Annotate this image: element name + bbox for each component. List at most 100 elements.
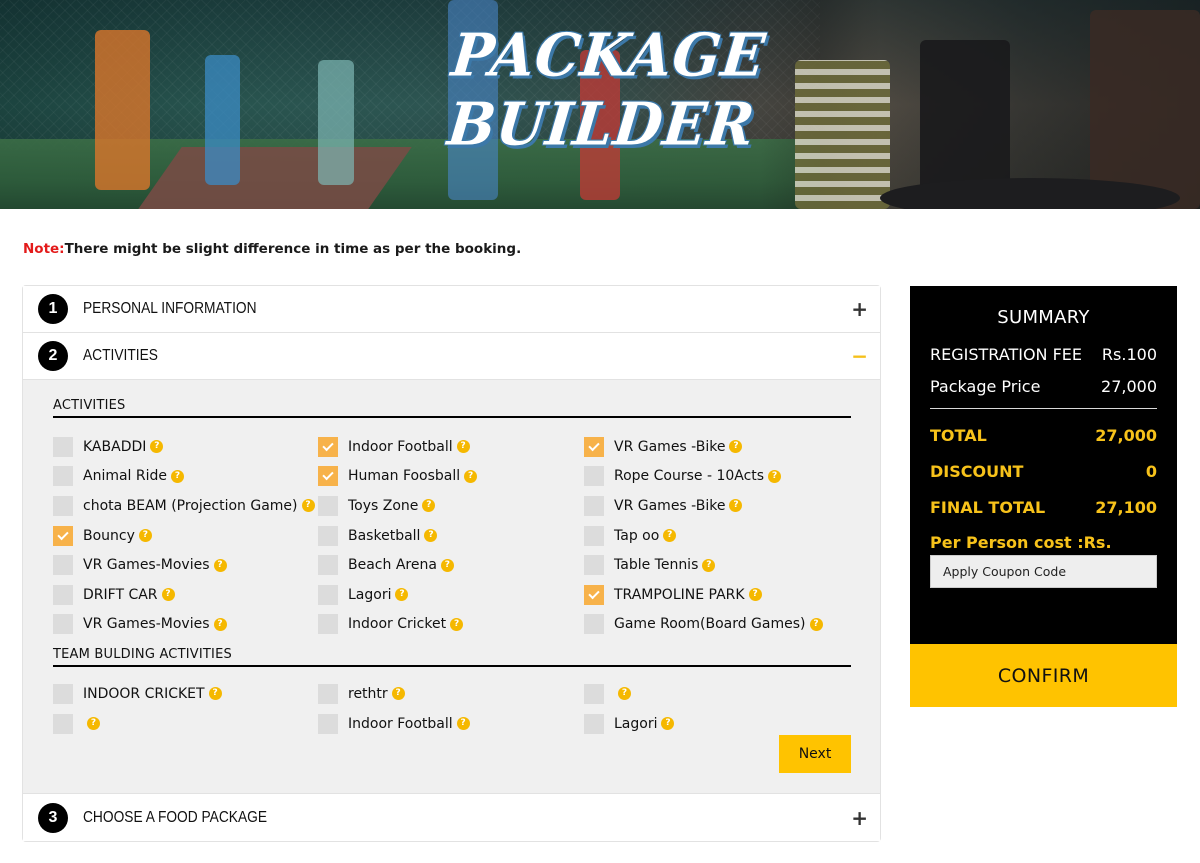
help-question-icon[interactable]: ? bbox=[424, 529, 438, 543]
help-question-icon[interactable]: ? bbox=[87, 717, 100, 731]
activity-option[interactable]: Rope Course - 10Acts? bbox=[584, 462, 851, 492]
checkbox-checked[interactable] bbox=[318, 436, 338, 457]
checkbox-unchecked[interactable] bbox=[53, 495, 73, 516]
checkbox-unchecked[interactable] bbox=[318, 614, 338, 635]
help-question-icon[interactable]: ? bbox=[213, 617, 227, 631]
checkbox-unchecked[interactable] bbox=[584, 466, 604, 487]
team-activity-option[interactable]: INDOOR CRICKET? bbox=[53, 679, 318, 709]
checkbox-unchecked[interactable] bbox=[53, 584, 73, 605]
activity-option[interactable]: Animal Ride? bbox=[53, 462, 318, 492]
activity-option[interactable]: Game Room(Board Games)? bbox=[584, 610, 851, 640]
checkbox-unchecked[interactable] bbox=[584, 495, 604, 516]
checkbox-unchecked[interactable] bbox=[53, 683, 73, 704]
checkbox-unchecked[interactable] bbox=[584, 525, 604, 546]
help-question-icon[interactable]: ? bbox=[456, 717, 470, 731]
expand-plus-icon[interactable]: + bbox=[851, 299, 868, 319]
help-question-icon[interactable]: ? bbox=[450, 617, 464, 631]
checkbox-unchecked[interactable] bbox=[318, 584, 338, 605]
help-question-icon[interactable]: ? bbox=[138, 529, 152, 543]
help-question-icon[interactable]: ? bbox=[618, 687, 631, 701]
activity-option[interactable]: DRIFT CAR? bbox=[53, 580, 318, 610]
help-question-icon[interactable]: ? bbox=[161, 588, 175, 602]
checkbox-unchecked[interactable] bbox=[53, 555, 73, 576]
help-question-icon[interactable]: ? bbox=[729, 499, 743, 513]
checkbox-unchecked[interactable] bbox=[584, 683, 604, 704]
checkbox-unchecked[interactable] bbox=[318, 555, 338, 576]
registration-fee-row: REGISTRATION FEE Rs.100 bbox=[930, 345, 1157, 364]
help-question-icon[interactable]: ? bbox=[663, 529, 677, 543]
activity-option[interactable]: Tap oo? bbox=[584, 521, 851, 551]
collapse-minus-icon[interactable]: − bbox=[851, 346, 868, 366]
checkbox-unchecked[interactable] bbox=[53, 436, 73, 457]
checkbox-unchecked[interactable] bbox=[584, 614, 604, 635]
activity-option[interactable]: VR Games-Movies? bbox=[53, 610, 318, 640]
activity-option-label: Game Room(Board Games) bbox=[614, 616, 806, 633]
help-question-icon[interactable]: ? bbox=[440, 558, 454, 572]
help-question-icon[interactable]: ? bbox=[171, 469, 185, 483]
checkbox-unchecked[interactable] bbox=[53, 614, 73, 635]
checkbox-unchecked[interactable] bbox=[53, 466, 73, 487]
checkbox-unchecked[interactable] bbox=[584, 713, 604, 734]
activity-option[interactable]: Indoor Football? bbox=[318, 432, 584, 462]
expand-plus-icon[interactable]: + bbox=[851, 808, 868, 828]
checkbox-unchecked[interactable] bbox=[318, 525, 338, 546]
help-question-icon[interactable]: ? bbox=[661, 717, 675, 731]
help-question-icon[interactable]: ? bbox=[464, 469, 478, 483]
activity-option[interactable]: Human Foosball? bbox=[318, 462, 584, 492]
page-title: PACKAGE BUILDER bbox=[444, 20, 769, 160]
banner-figure bbox=[95, 30, 150, 190]
activity-option[interactable]: TRAMPOLINE PARK? bbox=[584, 580, 851, 610]
help-question-icon[interactable]: ? bbox=[208, 687, 222, 701]
team-activity-option[interactable]: ? bbox=[53, 709, 318, 739]
step-activities[interactable]: 2 ACTIVITIES − bbox=[23, 333, 880, 380]
help-question-icon[interactable]: ? bbox=[729, 440, 743, 454]
help-question-icon[interactable]: ? bbox=[748, 588, 762, 602]
team-activity-option[interactable]: Indoor Football? bbox=[318, 709, 584, 739]
activity-option[interactable]: Basketball? bbox=[318, 521, 584, 551]
help-question-icon[interactable]: ? bbox=[150, 440, 164, 454]
help-question-icon[interactable]: ? bbox=[809, 617, 823, 631]
checkbox-unchecked[interactable] bbox=[318, 683, 338, 704]
checkbox-unchecked[interactable] bbox=[318, 495, 338, 516]
help-question-icon[interactable]: ? bbox=[456, 440, 470, 454]
activity-option[interactable]: Beach Arena? bbox=[318, 550, 584, 580]
help-question-icon[interactable]: ? bbox=[213, 558, 227, 572]
team-activity-option[interactable]: rethtr? bbox=[318, 679, 584, 709]
activity-option[interactable]: Indoor Cricket? bbox=[318, 610, 584, 640]
help-question-icon[interactable]: ? bbox=[395, 588, 409, 602]
confirm-button[interactable]: CONFIRM bbox=[910, 644, 1177, 707]
activity-option[interactable]: VR Games -Bike? bbox=[584, 491, 851, 521]
activity-option[interactable]: Bouncy? bbox=[53, 521, 318, 551]
checkbox-checked[interactable] bbox=[318, 466, 338, 487]
activity-option-label: KABADDI bbox=[83, 438, 147, 455]
activity-option-label: Indoor Cricket bbox=[348, 616, 447, 633]
step-choose-food-package[interactable]: 3 CHOOSE A FOOD PACKAGE + bbox=[23, 794, 880, 841]
checkbox-checked[interactable] bbox=[53, 525, 73, 546]
next-button[interactable]: Next bbox=[779, 735, 851, 773]
activity-option[interactable]: Table Tennis? bbox=[584, 550, 851, 580]
checkbox-checked[interactable] bbox=[584, 584, 604, 605]
banner-figure bbox=[1090, 10, 1200, 209]
help-question-icon[interactable]: ? bbox=[702, 558, 716, 572]
activity-option[interactable]: Toys Zone? bbox=[318, 491, 584, 521]
checkbox-checked[interactable] bbox=[584, 436, 604, 457]
discount-row: DISCOUNT 0 bbox=[930, 462, 1157, 481]
activity-option[interactable]: VR Games-Movies? bbox=[53, 550, 318, 580]
step-number-badge: 1 bbox=[38, 294, 68, 324]
activity-option[interactable]: VR Games -Bike? bbox=[584, 432, 851, 462]
activity-option[interactable]: chota BEAM (Projection Game)? bbox=[53, 491, 318, 521]
checkbox-unchecked[interactable] bbox=[318, 713, 338, 734]
help-question-icon[interactable]: ? bbox=[301, 499, 315, 513]
coupon-code-input[interactable] bbox=[930, 555, 1157, 588]
activity-option[interactable]: KABADDI? bbox=[53, 432, 318, 462]
activity-option[interactable]: Lagori? bbox=[318, 580, 584, 610]
step-personal-information[interactable]: 1 PERSONAL INFORMATION + bbox=[23, 286, 880, 333]
team-activity-option[interactable]: ? bbox=[584, 679, 851, 709]
help-question-icon[interactable]: ? bbox=[422, 499, 436, 513]
help-question-icon[interactable]: ? bbox=[768, 469, 782, 483]
team-activity-option[interactable]: Lagori? bbox=[584, 709, 851, 739]
help-question-icon[interactable]: ? bbox=[391, 687, 405, 701]
activity-option-label: Tap oo bbox=[614, 527, 660, 544]
checkbox-unchecked[interactable] bbox=[584, 555, 604, 576]
checkbox-unchecked[interactable] bbox=[53, 713, 73, 734]
